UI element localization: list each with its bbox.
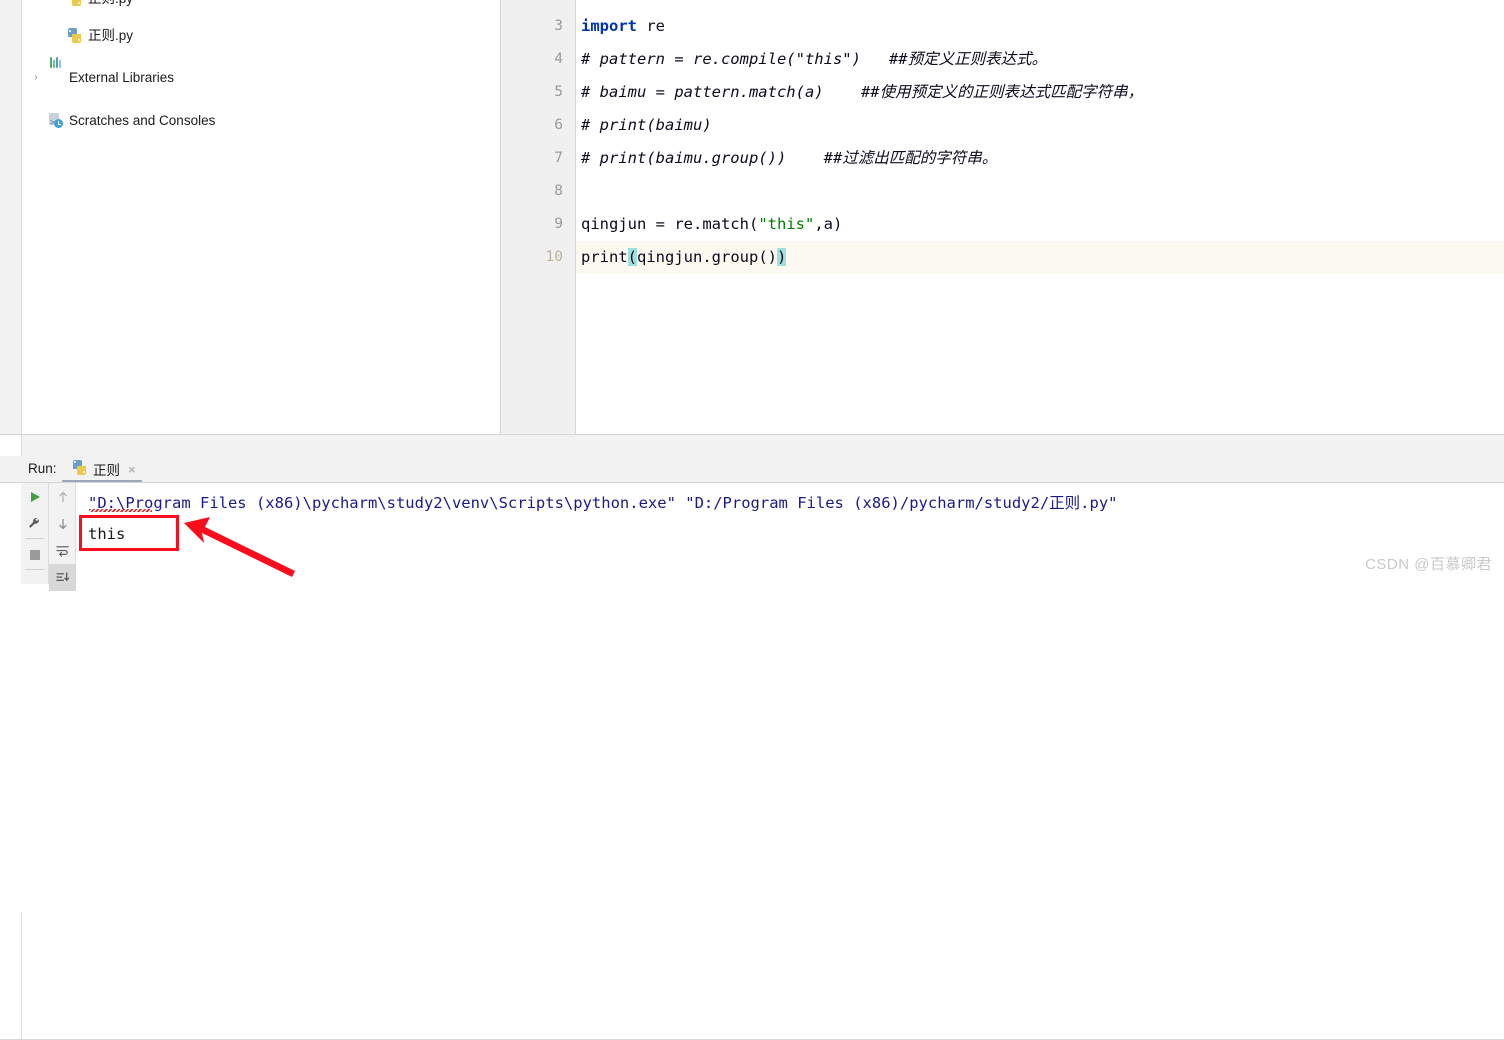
python-file-icon <box>67 0 83 7</box>
code-token: re <box>637 17 665 35</box>
code-line[interactable]: 9 qingjun = re.match("this",a) <box>554 208 1504 241</box>
tree-item-scratches-and-consoles[interactable]: Scratches and Consoles <box>22 110 499 134</box>
splitter-left-edge <box>0 435 22 456</box>
run-toolbar-column-left <box>21 483 48 584</box>
run-label: Run: <box>28 461 57 476</box>
line-text: import re <box>581 10 665 43</box>
run-toolbar-column-right <box>48 483 76 591</box>
prev-occurrence-button[interactable] <box>49 483 76 510</box>
close-icon[interactable]: × <box>128 462 136 477</box>
next-occurrence-button[interactable] <box>49 510 76 537</box>
scratches-icon <box>48 112 64 134</box>
watermark: CSDN @百慕卿君 <box>1365 556 1492 573</box>
tool-window-left-strip <box>0 0 22 434</box>
tree-item-label: 正则.py <box>88 28 134 43</box>
run-tool-window: Run: 正则 × "D:\Program Files (x86)\pychar… <box>0 456 1504 1040</box>
matching-paren-highlight: ( <box>627 248 638 266</box>
libraries-icon <box>48 57 64 86</box>
line-number: 4 <box>554 51 563 67</box>
code-token: qingjun.group() <box>637 248 777 266</box>
code-editor[interactable]: 3 import re 4 # pattern = re.compile("th… <box>500 0 1504 434</box>
line-number: 9 <box>554 216 563 232</box>
run-button[interactable] <box>21 483 48 510</box>
line-number: 3 <box>554 18 563 34</box>
line-number: 10 <box>545 249 563 265</box>
code-line[interactable]: 5 # baimu = pattern.match(a) ##使用预定义的正则表… <box>554 76 1504 109</box>
run-panel-header: Run: 正则 × <box>0 456 1504 483</box>
code-line-current[interactable]: 10 print(qingjun.group()) <box>546 241 1504 274</box>
project-tool-window: 正则.py 正则.py › External Libraries <box>0 0 500 434</box>
tree-item-label: External Libraries <box>69 70 175 85</box>
stop-button[interactable] <box>21 541 48 568</box>
line-text: qingjun = re.match("this",a) <box>581 208 842 241</box>
run-panel-left-edge <box>0 912 22 1040</box>
tree-item-python-file-partial[interactable]: 正则.py <box>22 0 499 10</box>
code-line[interactable]: 3 import re <box>554 10 1504 43</box>
annotation-highlight-box <box>79 515 179 551</box>
line-text: # print(baimu.group()) ##过滤出匹配的字符串。 <box>581 149 998 167</box>
code-token: print <box>581 248 628 266</box>
line-number: 8 <box>554 183 563 199</box>
toolbar-divider <box>25 569 44 570</box>
python-file-icon <box>72 459 88 479</box>
line-text: # pattern = re.compile("this") ##预定义正则表达… <box>581 50 1048 68</box>
line-number: 7 <box>554 150 563 166</box>
python-file-icon <box>67 28 83 44</box>
keyword-token: import <box>581 17 637 35</box>
code-token: qingjun = re.match( <box>581 215 759 233</box>
code-line[interactable]: 6 # print(baimu) <box>554 109 1504 142</box>
tree-item-python-file[interactable]: 正则.py <box>22 25 499 47</box>
code-token: ,a) <box>814 215 843 233</box>
panel-splitter[interactable] <box>0 434 1504 457</box>
chevron-right-icon[interactable]: › <box>30 67 42 89</box>
matching-paren-highlight: ) <box>777 248 787 266</box>
line-text: # print(baimu) <box>581 116 712 134</box>
tree-item-label: 正则.py <box>88 0 133 10</box>
path-error-squiggle <box>89 509 152 512</box>
code-line[interactable]: 8 <box>554 175 1504 208</box>
soft-wrap-button[interactable] <box>49 537 76 564</box>
scroll-to-end-button[interactable] <box>49 564 76 591</box>
line-number: 6 <box>554 117 563 133</box>
run-console-output[interactable]: "D:\Program Files (x86)\pycharm\study2\v… <box>76 483 1504 584</box>
toolbar-divider <box>25 538 44 539</box>
tree-item-label: Scratches and Consoles <box>69 113 216 128</box>
run-toolbar <box>21 483 76 591</box>
line-text: print(qingjun.group()) <box>581 241 787 274</box>
project-tree: 正则.py 正则.py › External Libraries <box>22 0 499 134</box>
code-line[interactable]: 7 # print(baimu.group()) ##过滤出匹配的字符串。 <box>554 142 1504 175</box>
run-tab[interactable]: 正则 × <box>66 458 142 480</box>
code-line[interactable]: 4 # pattern = re.compile("this") ##预定义正则… <box>554 43 1504 76</box>
string-token: "this" <box>758 215 815 233</box>
run-tab-label: 正则 <box>93 463 120 478</box>
settings-wrench-button[interactable] <box>21 510 48 537</box>
editor-code-area[interactable]: 3 import re 4 # pattern = re.compile("th… <box>546 0 1504 434</box>
tree-item-external-libraries[interactable]: › External Libraries <box>22 57 499 89</box>
console-command-line: "D:\Program Files (x86)\pycharm\study2\v… <box>88 494 1118 512</box>
line-text: # baimu = pattern.match(a) ##使用预定义的正则表达式… <box>581 83 1144 101</box>
line-number: 5 <box>554 84 563 100</box>
main-work-area: 正则.py 正则.py › External Libraries <box>0 0 1504 434</box>
